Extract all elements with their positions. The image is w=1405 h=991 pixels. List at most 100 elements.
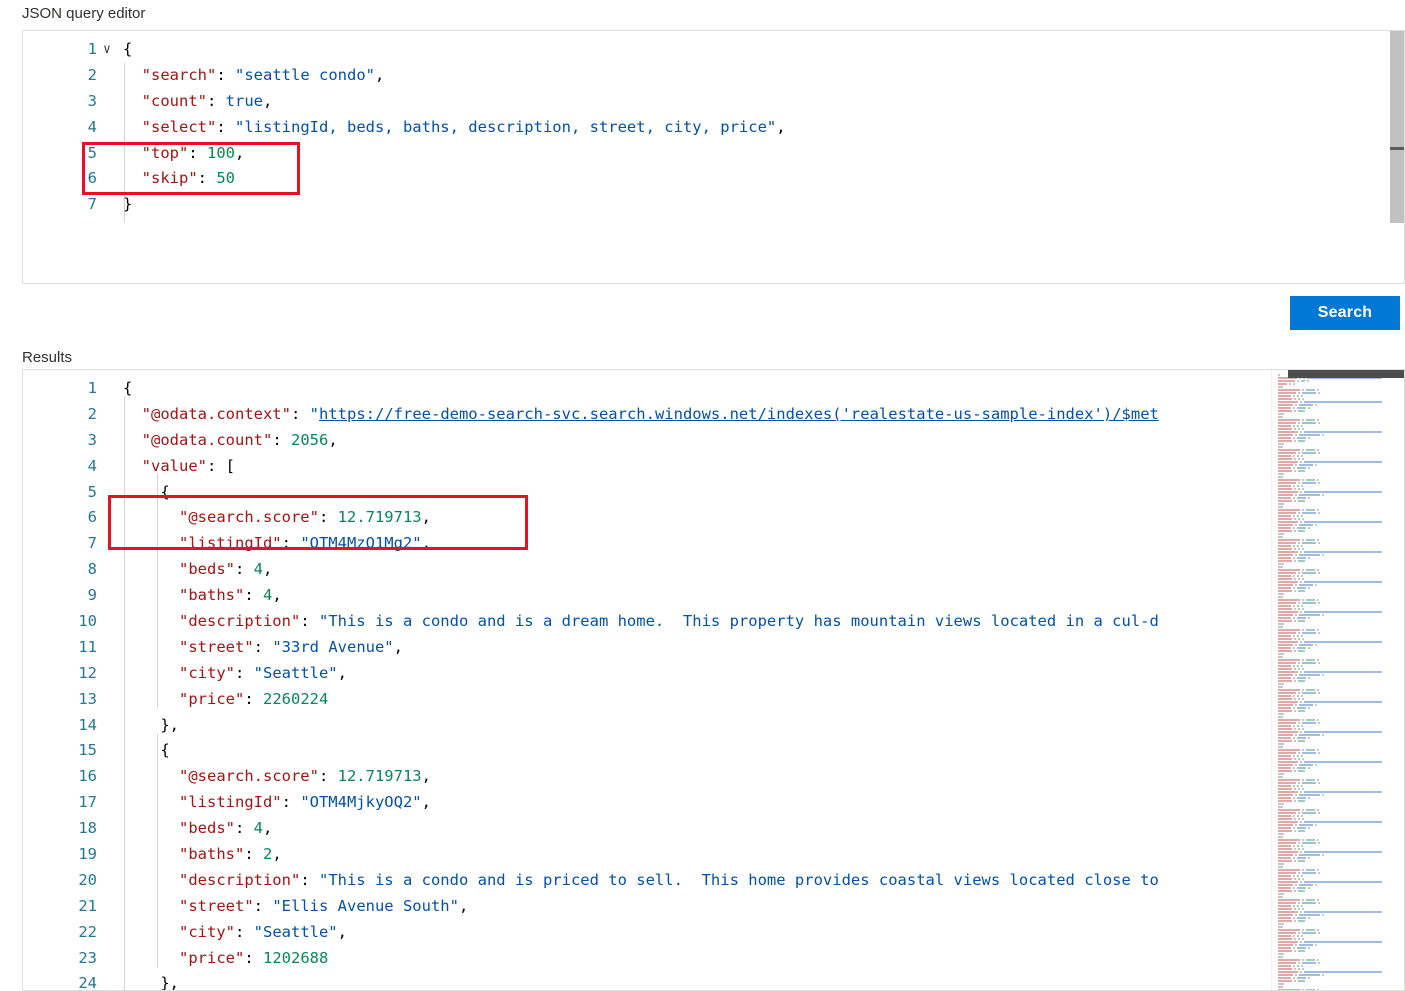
code-line[interactable]: 24 }, [23, 971, 1404, 990]
code-line[interactable]: 14 }, [23, 713, 1404, 739]
line-number: 5 [23, 141, 97, 167]
code-line[interactable]: 3 "@odata.count": 2056, [23, 428, 1404, 454]
minimap-line [1294, 530, 1296, 532]
minimap-line [1294, 830, 1296, 832]
code-line[interactable]: 15 { [23, 738, 1404, 764]
query-editor-scroll-thumb[interactable] [1390, 31, 1404, 223]
minimap-line [1302, 959, 1304, 961]
json-query-code[interactable]: 1∨{2 "search": "seattle condo",3 "count"… [23, 37, 1404, 218]
minimap-line [1317, 839, 1319, 841]
code-line[interactable]: 5 "top": 100, [23, 141, 1404, 167]
minimap-line [1302, 869, 1304, 871]
code-line[interactable]: 19 "baths": 2, [23, 842, 1404, 868]
code-line[interactable]: 1∨{ [23, 37, 1404, 63]
minimap-line [1301, 380, 1305, 382]
minimap-line [1278, 896, 1283, 898]
code-line[interactable]: 1{ [23, 376, 1404, 402]
line-number: 7 [23, 531, 97, 557]
code-line[interactable]: 10 "description": "This is a condo and i… [23, 609, 1404, 635]
code-line[interactable]: 21 "street": "Ellis Avenue South", [23, 894, 1404, 920]
results-minimap[interactable] [1271, 370, 1390, 990]
minimap-line [1294, 968, 1296, 970]
json-query-editor[interactable]: 1∨{2 "search": "seattle condo",3 "count"… [22, 30, 1405, 284]
code-line[interactable]: 5 { [23, 480, 1404, 506]
minimap-line [1304, 521, 1382, 523]
results-code[interactable]: 1{2 "@odata.context": "https://free-demo… [23, 376, 1404, 990]
token-k: "city" [123, 923, 235, 941]
minimap-line [1297, 677, 1306, 679]
token-p: , [263, 92, 272, 110]
code-line[interactable]: 3 "count": true, [23, 89, 1404, 115]
token-p: , [338, 923, 347, 941]
token-p: , [235, 144, 244, 162]
code-line[interactable]: 2 "search": "seattle condo", [23, 63, 1404, 89]
minimap-line [1304, 641, 1382, 643]
results-vertical-scrollbar[interactable] [1390, 370, 1404, 990]
minimap-line [1302, 638, 1304, 640]
minimap-line [1302, 398, 1304, 400]
minimap-line [1308, 797, 1310, 799]
minimap-line [1278, 701, 1298, 703]
search-button[interactable]: Search [1290, 296, 1400, 330]
minimap-line [1304, 491, 1382, 493]
minimap-line [1293, 725, 1295, 727]
minimap-line [1300, 881, 1302, 883]
code-line[interactable]: 23 "price": 1202688 [23, 946, 1404, 972]
minimap-line [1302, 578, 1304, 580]
minimap-line [1298, 662, 1300, 664]
code-line[interactable]: 4 "value": [ [23, 454, 1404, 480]
minimap-line [1294, 428, 1296, 430]
code-line-text: "city": "Seattle", [123, 920, 347, 946]
line-number: 5 [23, 480, 97, 506]
minimap-line [1301, 815, 1303, 817]
chevron-down-icon[interactable]: ∨ [103, 37, 117, 63]
code-line[interactable]: 9 "baths": 4, [23, 583, 1404, 609]
code-line[interactable]: 17 "listingId": "OTM4MjkyOQ2", [23, 790, 1404, 816]
minimap-line [1278, 956, 1283, 958]
minimap-line [1278, 659, 1300, 661]
minimap-line [1304, 671, 1382, 673]
code-line[interactable]: 22 "city": "Seattle", [23, 920, 1404, 946]
minimap-line [1297, 515, 1299, 517]
code-line[interactable]: 16 "@search.score": 12.719713, [23, 764, 1404, 790]
code-line[interactable]: 6 "@search.score": 12.719713, [23, 505, 1404, 531]
results-editor[interactable]: 1{2 "@odata.context": "https://free-demo… [22, 369, 1405, 991]
token-k: "@odata.context" [123, 405, 291, 423]
minimap-line [1278, 689, 1300, 691]
token-p: , [776, 118, 785, 136]
code-line[interactable]: 12 "city": "Seattle", [23, 661, 1404, 687]
code-line[interactable]: 13 "price": 2260224 [23, 687, 1404, 713]
code-line[interactable]: 8 "beds": 4, [23, 557, 1404, 583]
minimap-line [1278, 695, 1291, 697]
minimap-line [1278, 935, 1291, 937]
minimap-line [1278, 824, 1293, 826]
minimap-line [1278, 395, 1291, 397]
minimap-line [1308, 407, 1310, 409]
minimap-line [1278, 899, 1300, 901]
results-horizontal-scroll-thumb[interactable] [1288, 370, 1404, 378]
query-editor-vertical-scrollbar[interactable] [1390, 31, 1404, 283]
code-line-text: }, [123, 713, 179, 739]
code-line[interactable]: 6 "skip": 50 [23, 166, 1404, 192]
code-line[interactable]: 18 "beds": 4, [23, 816, 1404, 842]
minimap-line [1294, 500, 1296, 502]
minimap-line [1315, 584, 1317, 586]
minimap-line [1302, 482, 1316, 484]
code-line[interactable]: 20 "description": "This is a condo and i… [23, 868, 1404, 894]
code-line[interactable]: 4 "select": "listingId, beds, baths, des… [23, 115, 1404, 141]
minimap-line [1306, 899, 1315, 901]
code-line[interactable]: 2 "@odata.context": "https://free-demo-s… [23, 402, 1404, 428]
minimap-line [1299, 614, 1320, 616]
minimap-line [1306, 629, 1315, 631]
minimap-line [1295, 584, 1297, 586]
minimap-line [1299, 944, 1313, 946]
minimap-line [1297, 815, 1299, 817]
code-line[interactable]: 11 "street": "33rd Avenue", [23, 635, 1404, 661]
minimap-line [1322, 854, 1324, 856]
minimap-line [1300, 701, 1302, 703]
minimap-line [1317, 749, 1319, 751]
minimap-line [1278, 854, 1293, 856]
code-line[interactable]: 7} [23, 192, 1404, 218]
code-line[interactable]: 7 "listingId": "OTM4MzQ1Mg2", [23, 531, 1404, 557]
minimap-line [1304, 851, 1382, 853]
